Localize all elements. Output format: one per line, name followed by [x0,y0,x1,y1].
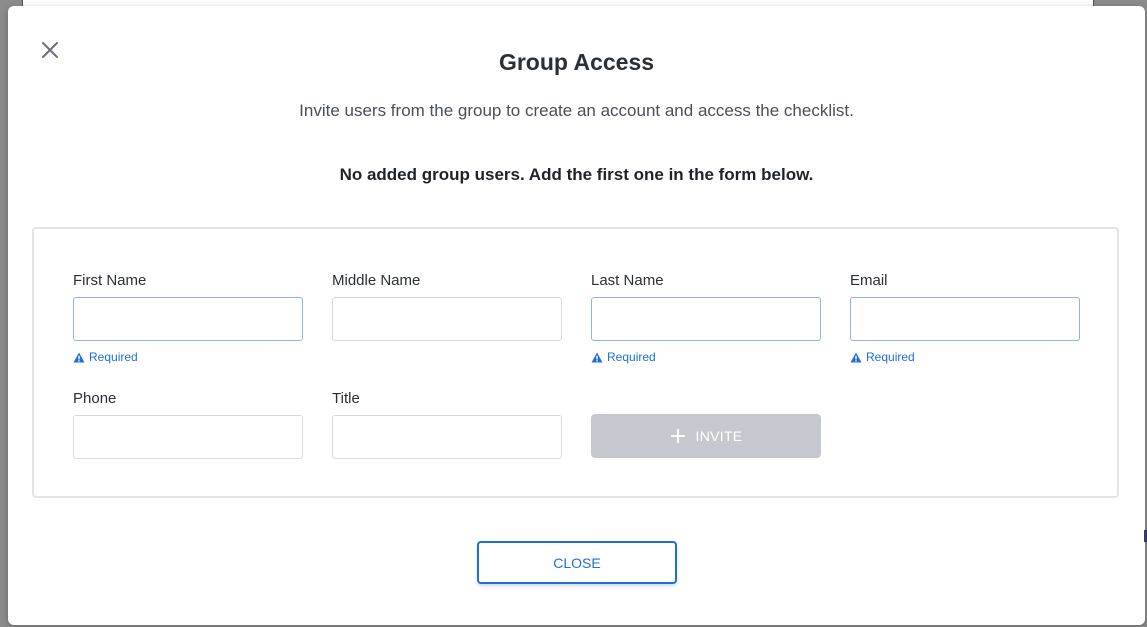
required-text: Required [607,350,656,364]
phone-field: Phone [73,389,303,459]
middle-name-input[interactable] [332,297,562,341]
email-field: Email Required [850,271,1080,364]
warning-triangle-icon [591,352,603,362]
close-button[interactable]: CLOSE [477,541,677,584]
email-input[interactable] [850,297,1080,341]
last-name-label: Last Name [591,272,664,289]
title-input[interactable] [332,415,562,459]
last-name-required: Required [591,350,821,364]
first-name-field: First Name Required [73,271,303,364]
empty-users-note: No added group users. Add the first one … [339,165,814,184]
warning-triangle-icon [850,352,862,362]
title-field: Title [332,389,562,459]
first-name-input[interactable] [73,297,303,341]
last-name-input[interactable] [591,297,821,341]
warning-triangle-icon [73,352,85,362]
invite-button-label: INVITE [695,428,743,444]
plus-icon [670,429,685,443]
group-access-modal: Group Access Invite users from the group… [8,6,1145,625]
middle-name-label: Middle Name [332,272,421,289]
email-label: Email [850,272,888,289]
first-name-label: First Name [73,272,147,289]
required-text: Required [866,350,915,364]
phone-label: Phone [73,390,117,407]
email-required: Required [850,350,1080,364]
modal-subtitle: Invite users from the group to create an… [299,101,854,120]
phone-input[interactable] [73,415,303,459]
required-text: Required [89,350,138,364]
invite-button[interactable]: INVITE [591,414,821,458]
invite-form-card: First Name Required Middle Name Last Nam… [32,227,1119,498]
modal-title: Group Access [498,49,655,75]
title-label: Title [332,390,360,407]
middle-name-field: Middle Name [332,271,562,341]
first-name-required: Required [73,350,303,364]
last-name-field: Last Name Required [591,271,821,364]
